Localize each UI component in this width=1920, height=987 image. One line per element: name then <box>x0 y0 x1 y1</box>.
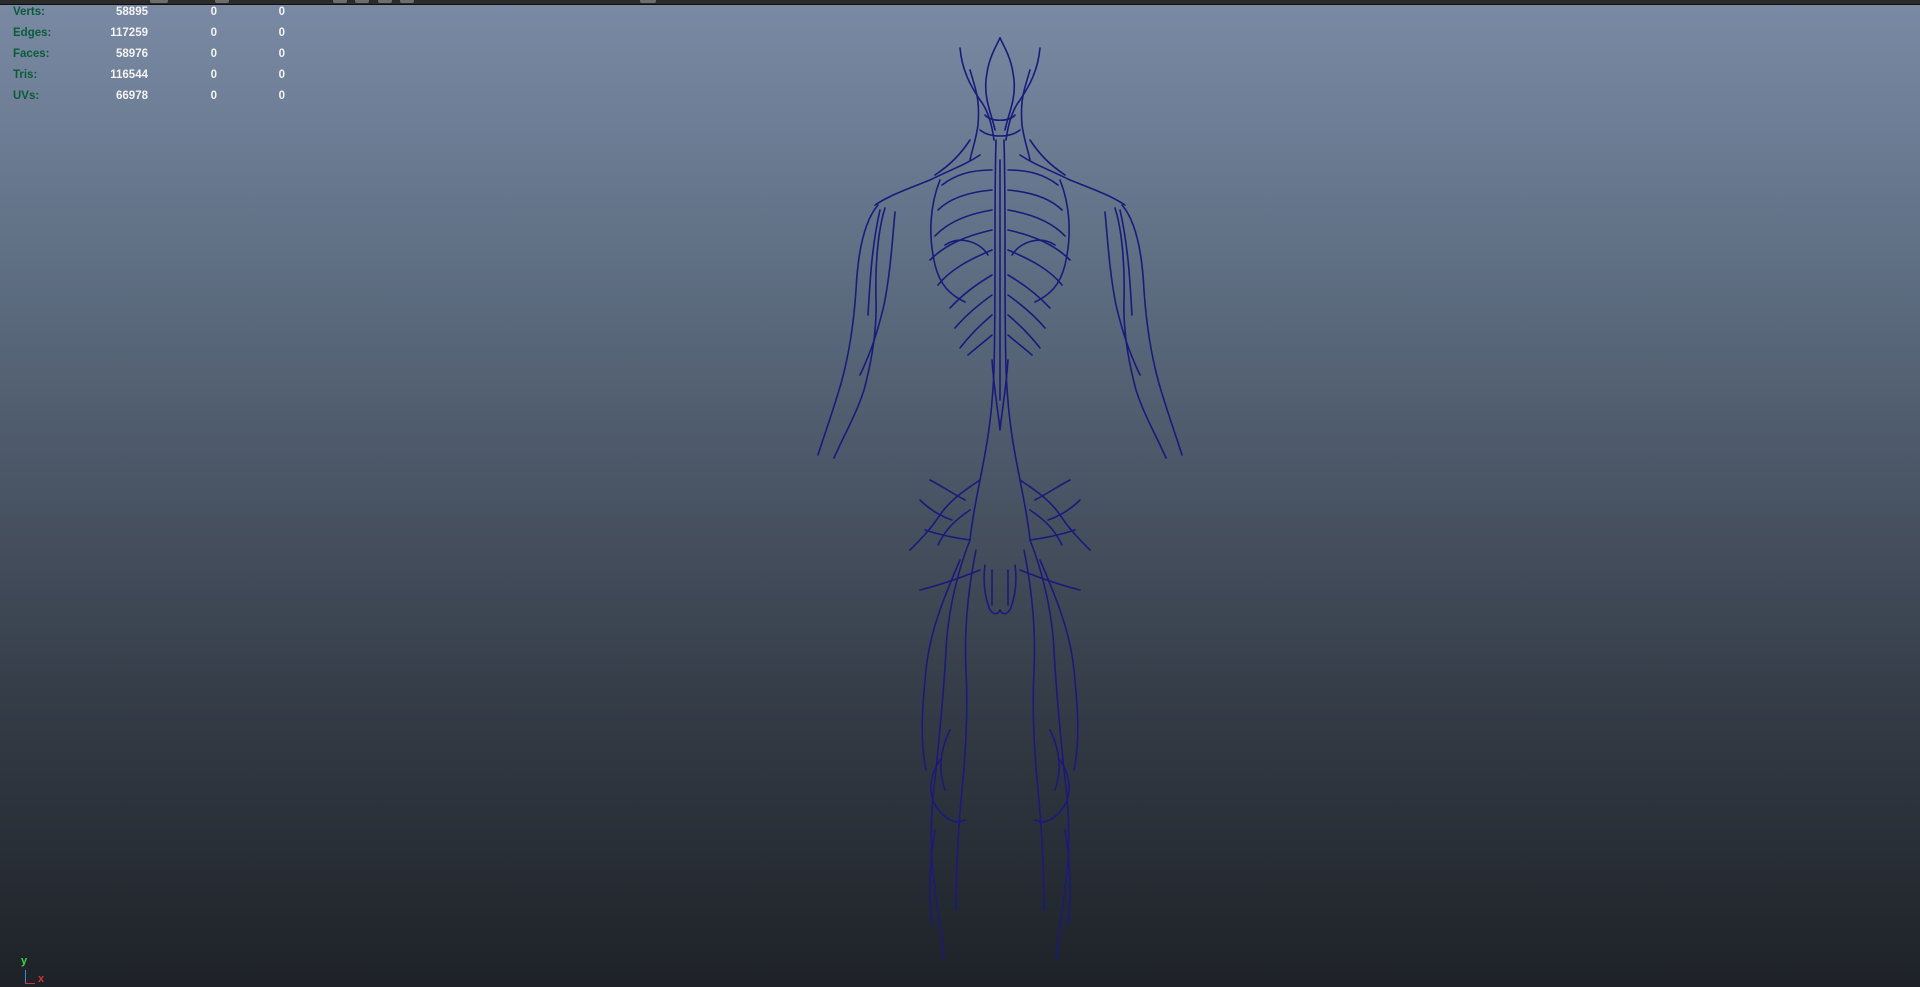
axis-y-line <box>25 970 26 984</box>
view-axis-indicator: y x <box>14 955 54 985</box>
axis-x-label: x <box>38 973 45 985</box>
axis-x-line <box>25 983 35 984</box>
nervous-system-wireframe-icon[interactable] <box>780 30 1220 980</box>
axis-y-label: y <box>21 955 28 967</box>
viewport-canvas[interactable] <box>0 0 1920 987</box>
